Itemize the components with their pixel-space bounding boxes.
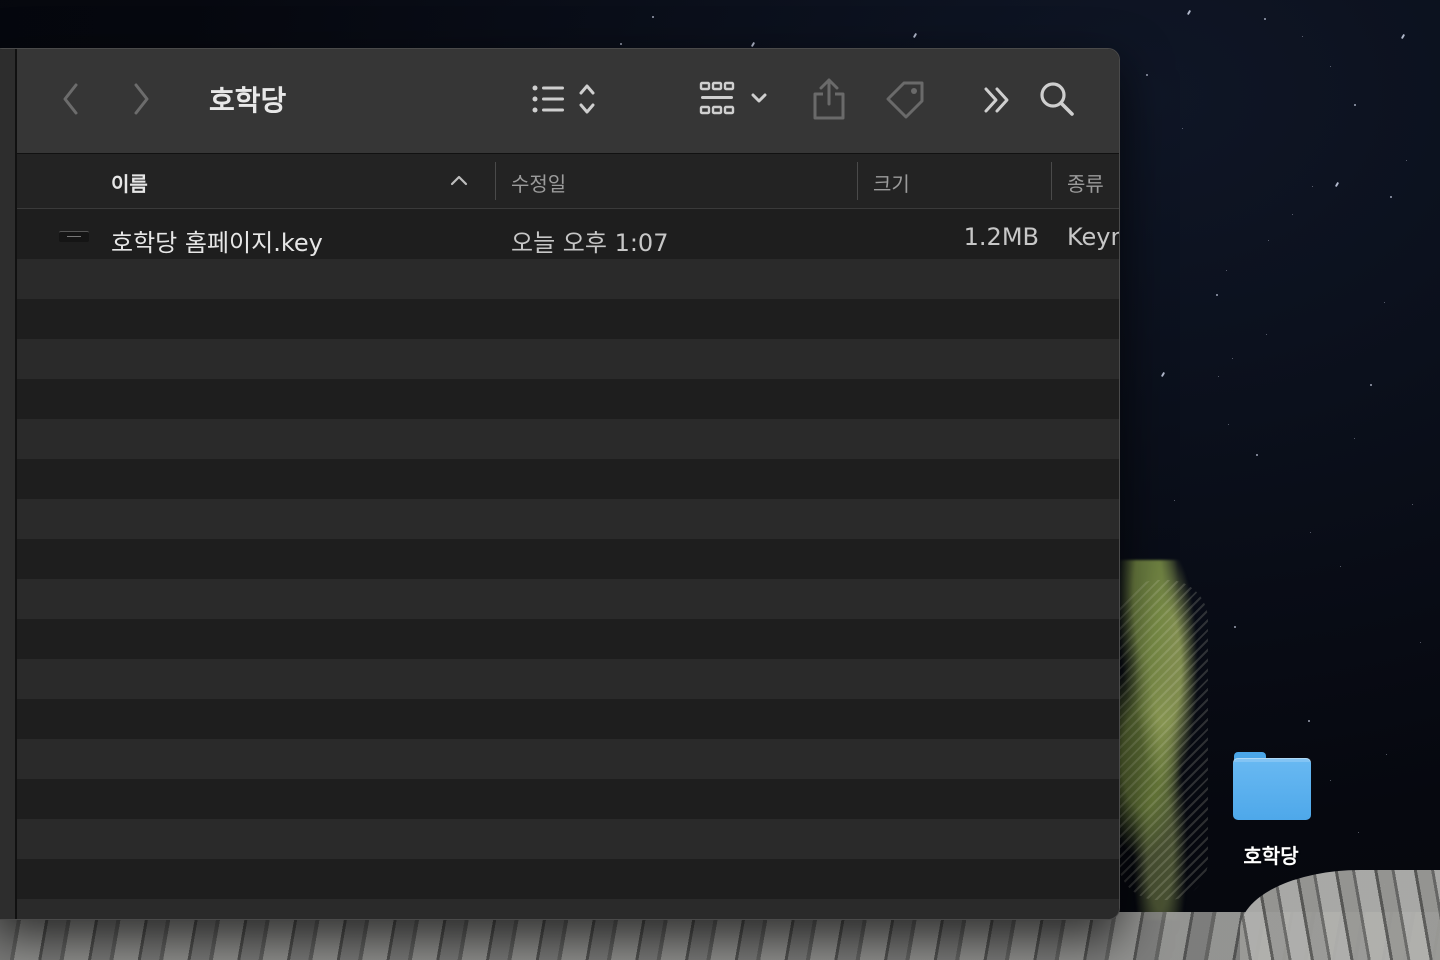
list-view-icon <box>532 84 595 114</box>
tag-icon <box>886 81 924 119</box>
chevron-left-icon <box>63 83 78 115</box>
empty-row <box>17 539 1119 579</box>
window-title: 호학당 <box>209 84 287 117</box>
empty-row <box>17 739 1119 779</box>
view-options-button[interactable] <box>529 79 605 119</box>
column-header: 이름 수정일 크기 종류 <box>17 154 1119 209</box>
forward-button[interactable] <box>123 81 159 117</box>
share-icon <box>813 78 845 120</box>
empty-row <box>17 659 1119 699</box>
finder-window: 호학당 이름 수정일 크기 종류 호학당 홈페이지.key 오늘 오후 1:07… <box>0 48 1120 920</box>
column-kind[interactable]: 종류 <box>1067 168 1104 197</box>
keynote-file-icon <box>59 231 89 242</box>
file-list: 호학당 홈페이지.key 오늘 오후 1:07 1.2MB Keyn <box>17 209 1119 919</box>
search-button[interactable] <box>1037 79 1077 119</box>
double-chevron-icon <box>984 87 1009 113</box>
empty-row <box>17 819 1119 859</box>
column-divider[interactable] <box>495 162 496 200</box>
back-button[interactable] <box>53 81 89 117</box>
chevron-right-icon <box>134 83 149 115</box>
file-name: 호학당 홈페이지.key <box>111 229 323 257</box>
toolbar: 호학당 <box>17 49 1119 154</box>
desktop-folder-label: 호학당 <box>1243 844 1299 868</box>
rock-formation-right <box>1240 870 1440 960</box>
tag-button[interactable] <box>883 79 927 119</box>
empty-row <box>17 339 1119 379</box>
sort-ascending-icon[interactable] <box>449 172 469 188</box>
search-icon <box>1040 82 1074 116</box>
empty-row <box>17 499 1119 539</box>
empty-row <box>17 259 1119 299</box>
empty-row <box>17 419 1119 459</box>
desktop-folder[interactable]: 호학당 <box>1226 748 1316 869</box>
more-toolbar-button[interactable] <box>979 83 1015 117</box>
column-size[interactable]: 크기 <box>873 168 910 197</box>
empty-row <box>17 699 1119 739</box>
file-modified: 오늘 오후 1:07 <box>511 229 669 257</box>
empty-row <box>17 899 1119 919</box>
empty-row <box>17 859 1119 899</box>
share-button[interactable] <box>809 77 849 121</box>
column-divider[interactable] <box>1051 162 1052 200</box>
empty-row <box>17 579 1119 619</box>
empty-row <box>17 779 1119 819</box>
empty-row <box>17 459 1119 499</box>
tree-branches <box>1118 580 1208 900</box>
sidebar <box>0 49 17 919</box>
column-modified[interactable]: 수정일 <box>511 168 566 197</box>
grid-view-icon <box>699 81 767 115</box>
empty-row <box>17 299 1119 339</box>
file-kind: Keyn <box>1067 223 1120 251</box>
empty-row <box>17 379 1119 419</box>
column-divider[interactable] <box>857 162 858 200</box>
column-name[interactable]: 이름 <box>111 168 148 197</box>
file-size: 1.2MB <box>963 223 1039 251</box>
group-button[interactable] <box>699 79 779 119</box>
empty-row <box>17 619 1119 659</box>
table-row[interactable]: 호학당 홈페이지.key 오늘 오후 1:07 1.2MB Keyn <box>17 209 1119 259</box>
folder-icon <box>1230 748 1312 820</box>
